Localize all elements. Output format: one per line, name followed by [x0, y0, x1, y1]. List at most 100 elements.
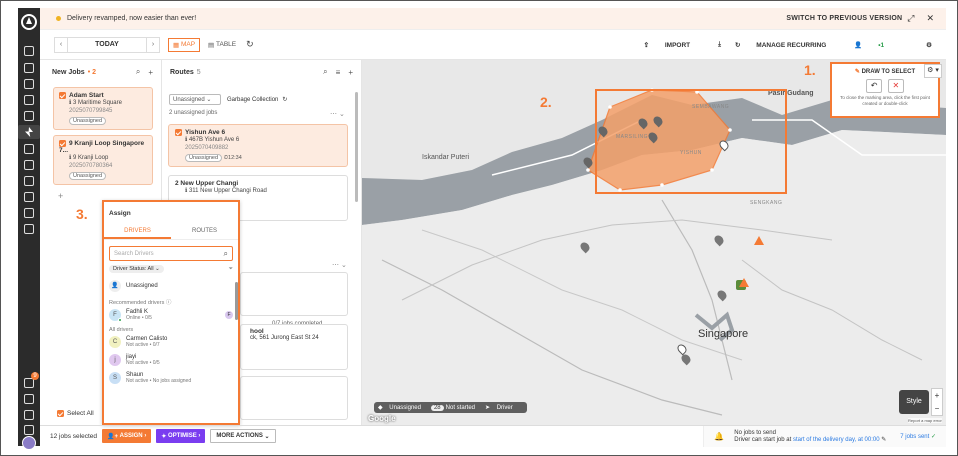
driver-filter: Driver Status: All ⌄ ⏷ — [109, 265, 233, 273]
route-card[interactable] — [240, 272, 348, 316]
route-more-icon[interactable]: ⋯ ⌄ — [332, 261, 347, 269]
user-avatar[interactable] — [22, 436, 36, 450]
optimise-button[interactable]: ✦ OPTIMISE › — [156, 429, 206, 443]
import-button[interactable]: ⇪ IMPORT — [644, 41, 705, 49]
search-drivers-input[interactable]: Search Drivers ⌕ — [109, 246, 233, 261]
switch-version-link[interactable]: SWITCH TO PREVIOUS VERSION — [786, 15, 902, 22]
truck-icon[interactable] — [24, 160, 34, 170]
grid-icon[interactable] — [24, 79, 34, 89]
close-icon[interactable]: ✕ — [926, 13, 934, 24]
job-checkbox[interactable] — [59, 140, 66, 148]
recurring-icon: ↻ — [735, 41, 743, 49]
job-checkbox[interactable] — [59, 92, 66, 99]
route-filter-tag: Garbage Collection — [227, 96, 279, 103]
bottom-action-bar: 12 jobs selected 👤+ ASSIGN › ✦ OPTIMISE … — [40, 425, 946, 447]
driver-item[interactable]: F Fadhli K Online • 0/5 F — [104, 306, 238, 324]
search-icon[interactable]: ⌕ — [224, 249, 228, 259]
route-status-dropdown[interactable]: Unassigned ⌄ — [169, 94, 221, 105]
search-icon[interactable]: ⌕ — [323, 67, 327, 77]
import-icon: ⇪ — [643, 41, 651, 49]
driver-marker-icon[interactable] — [739, 278, 749, 287]
close-icon[interactable]: ✕ — [887, 79, 904, 93]
online-users[interactable]: 👤 •1 — [854, 41, 912, 49]
calendar-icon[interactable] — [24, 144, 34, 154]
rocket-icon[interactable] — [24, 192, 34, 202]
info-icon[interactable] — [24, 410, 34, 420]
bell-icon: 🔔 — [714, 431, 725, 441]
refresh-icon[interactable]: ↻ — [246, 39, 254, 50]
undo-icon[interactable]: ↶ — [866, 79, 883, 93]
job-card[interactable]: Adam Start ℹ 3 Maritime Square 202507079… — [53, 87, 153, 131]
tab-drivers[interactable]: DRIVERS — [104, 225, 171, 239]
person-icon: 👤 — [854, 41, 865, 49]
list-icon[interactable] — [24, 63, 34, 73]
driver-status: Not active • 0/7 — [126, 342, 160, 348]
annotation-3: 3. — [76, 206, 88, 222]
assign-scrollbar[interactable] — [235, 282, 238, 320]
date-label[interactable]: TODAY — [67, 37, 147, 52]
more-options-icon[interactable]: ⋯ ⌄ — [330, 110, 345, 118]
download-icon[interactable]: ⤓ — [718, 41, 721, 49]
help-icon[interactable] — [24, 394, 34, 404]
swap-icon[interactable]: ⤢ — [907, 13, 914, 24]
settings-icon[interactable] — [24, 425, 34, 435]
route-card-partial[interactable]: hool ck, 561 Jurong East St 24 — [240, 324, 348, 370]
edit-icon[interactable]: ✎ — [881, 437, 886, 443]
more-actions-label: MORE ACTIONS — [216, 433, 263, 439]
map-icon[interactable] — [24, 46, 34, 56]
map-settings-gear-icon[interactable]: ⚙ ▾ — [924, 64, 942, 78]
filter-icon[interactable]: ⏷ — [229, 266, 233, 273]
zoom-out-button[interactable]: − — [932, 402, 942, 415]
route-job-checkbox[interactable] — [175, 129, 182, 136]
users-icon[interactable] — [24, 224, 34, 234]
driver-avatar: S — [109, 372, 121, 384]
status-badge: Unassigned — [185, 154, 223, 163]
tab-routes[interactable]: ROUTES — [171, 225, 238, 239]
dollar-icon[interactable] — [24, 111, 34, 121]
job-card[interactable]: 9 Kranji Loop Singapore 7... ℹ 9 Kranji … — [53, 135, 153, 186]
driver-marker-icon[interactable] — [754, 236, 764, 245]
job-id: 2025070799845 — [69, 108, 113, 115]
driver-item[interactable]: j jiayi Not active • 0/5 — [104, 351, 238, 369]
routes-scrollbar[interactable] — [355, 92, 358, 202]
app-logo[interactable] — [21, 14, 37, 30]
add-job-plus-icon[interactable]: + — [58, 191, 63, 201]
new-jobs-count: • 2 — [87, 68, 96, 76]
add-icon[interactable]: + — [148, 68, 153, 77]
manage-recurring-button[interactable]: ↻ MANAGE RECURRING — [735, 41, 840, 49]
route-job-card[interactable]: Yishun Ave 6 ℹ 467B Yishun Ave 6 2025070… — [168, 124, 348, 168]
tools-icon[interactable] — [24, 208, 34, 218]
zoom-in-button[interactable]: + — [932, 389, 942, 402]
jobs-sent-text: 7 jobs sent ✓ — [900, 433, 936, 440]
gear-icon[interactable]: ⚙ — [926, 41, 932, 49]
search-icon[interactable]: ⌕ — [136, 67, 140, 77]
route-card[interactable] — [240, 376, 348, 420]
start-time-link[interactable]: start of the delivery day, at 00:00 — [793, 437, 880, 443]
unassigned-jobs-text: 2 unassigned jobs — [169, 110, 218, 116]
select-all-label: Select All — [67, 410, 94, 417]
delivery-bolt-icon[interactable] — [18, 125, 40, 139]
next-day-chevron-icon[interactable]: › — [147, 38, 159, 52]
map-style-button[interactable]: Style — [899, 390, 929, 414]
map-view[interactable]: Pasir Gudang Iskandar Puteri Singapore M… — [362, 60, 946, 425]
unassigned-option[interactable]: 👤 Unassigned — [104, 277, 238, 295]
assign-button[interactable]: 👤+ ASSIGN › — [101, 429, 152, 443]
route-job-address: 311 New Upper Changi Road — [188, 188, 267, 194]
driver-item[interactable]: C Carmen Calisto Not active • 0/7 — [104, 333, 238, 351]
map-view-icon: ▦ — [173, 41, 181, 49]
chart-icon[interactable] — [24, 95, 34, 105]
driver-status-chip[interactable]: Driver Status: All ⌄ — [109, 265, 164, 273]
route-refresh-icon[interactable]: ↻ — [282, 96, 287, 103]
table-view-icon: ▤ — [208, 41, 216, 49]
add-route-icon[interactable]: + — [348, 68, 353, 77]
select-all[interactable]: Select All — [57, 410, 94, 417]
map-view-button[interactable]: ▦ MAP — [168, 37, 201, 52]
table-view-button[interactable]: ▤ TABLE — [204, 38, 240, 52]
route-icon[interactable] — [24, 176, 34, 186]
select-all-checkbox[interactable] — [57, 410, 64, 417]
driver-item[interactable]: S Shaun Not active • No jobs assigned — [104, 369, 238, 387]
more-actions-button[interactable]: MORE ACTIONS ⌄ — [210, 429, 276, 443]
prev-day-chevron-icon[interactable]: ‹ — [55, 38, 67, 52]
filter-icon[interactable]: ≡ — [336, 68, 341, 77]
report-map-error-link[interactable]: Report a map error — [908, 418, 942, 423]
